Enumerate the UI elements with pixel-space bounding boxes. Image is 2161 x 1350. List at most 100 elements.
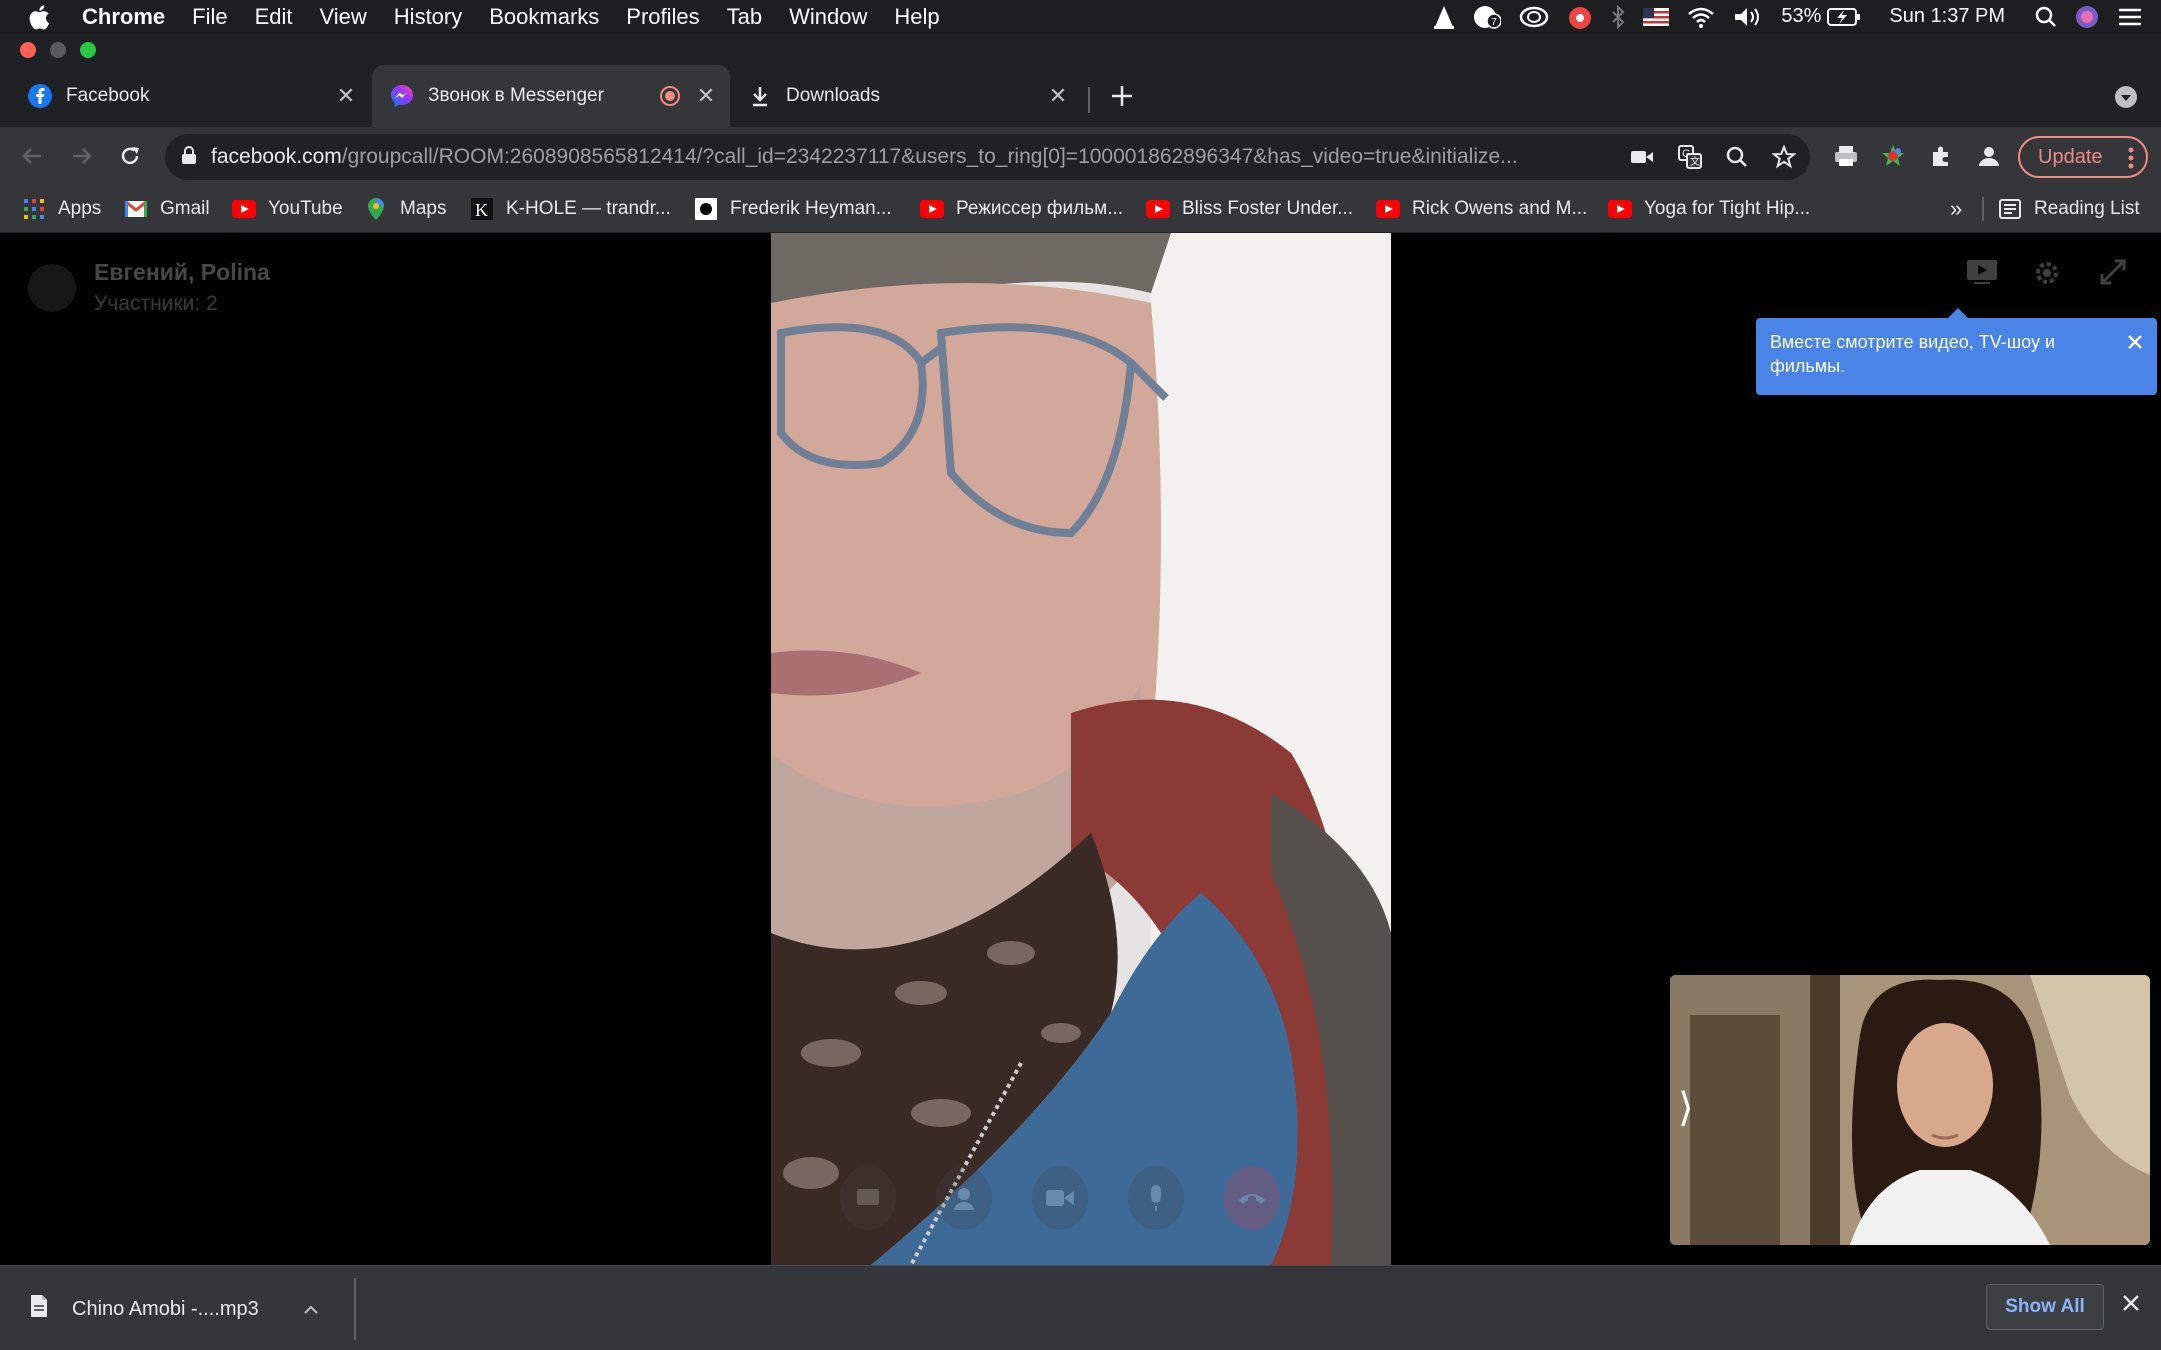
toggle-camera-button[interactable]	[1032, 1166, 1088, 1230]
toggle-mic-button[interactable]	[1128, 1166, 1184, 1230]
show-all-button[interactable]: Show All	[1986, 1284, 2104, 1330]
expand-chevron-icon[interactable]: ⟩	[1678, 1085, 1694, 1131]
share-screen-button[interactable]	[840, 1166, 896, 1230]
tab-downloads[interactable]: Downloads ✕	[732, 65, 1082, 127]
url-text[interactable]: facebook.com/groupcall/ROOM:260890856581…	[211, 145, 1651, 169]
bookmark-label: Maps	[400, 198, 447, 219]
remote-participant-video[interactable]	[771, 233, 1391, 1265]
menu-app-name[interactable]: Chrome	[82, 4, 165, 30]
tab-close-icon[interactable]: ✕	[694, 83, 718, 108]
menu-view[interactable]: View	[320, 4, 367, 30]
camera-in-use-icon[interactable]	[1630, 148, 1654, 166]
update-button[interactable]: Update	[2018, 136, 2148, 178]
close-shelf-icon[interactable]	[2122, 1294, 2140, 1317]
menu-clock[interactable]: Sun 1:37 PM	[1889, 5, 2005, 28]
tab-search-dropdown-icon[interactable]	[2114, 85, 2138, 109]
youtube-icon	[1608, 197, 1632, 221]
tooltip-close-icon[interactable]	[2127, 332, 2143, 356]
window-minimize-button[interactable]	[50, 42, 66, 58]
self-view-frame	[1670, 975, 2150, 1245]
tab-messenger-call[interactable]: Звонок в Messenger ✕	[372, 65, 730, 127]
call-header: Евгений, Polina Участники: 2	[28, 259, 270, 316]
fullscreen-expand-icon[interactable]	[2100, 259, 2126, 290]
lock-icon[interactable]	[181, 145, 197, 170]
record-app-icon[interactable]	[1567, 4, 1593, 30]
messenger-call-page: Евгений, Polina Участники: 2 Вместе смот…	[0, 233, 2161, 1265]
translate-icon[interactable]: G文	[1678, 145, 1702, 169]
menu-window[interactable]: Window	[789, 4, 867, 30]
menu-file[interactable]: File	[192, 4, 227, 30]
tab-title: Facebook	[66, 85, 150, 106]
end-call-button[interactable]	[1224, 1166, 1280, 1230]
menu-help[interactable]: Help	[894, 4, 939, 30]
bookmark-bliss-foster[interactable]: Bliss Foster Under...	[1146, 185, 1353, 233]
spotlight-search-icon[interactable]	[2035, 6, 2057, 28]
bookmark-k-hole[interactable]: K K-HOLE — trandr...	[470, 185, 671, 233]
window-zoom-button[interactable]	[80, 42, 96, 58]
bookmark-label: Режиссер фильм...	[956, 198, 1124, 219]
menu-tab[interactable]: Tab	[727, 4, 762, 30]
window-title-bar	[0, 33, 2161, 65]
new-tab-plus-icon[interactable]	[1108, 82, 1136, 110]
bookmark-frederik-heyman[interactable]: Frederik Heyman...	[694, 185, 892, 233]
window-close-button[interactable]	[20, 42, 36, 58]
tooltip-text: Вместе смотрите видео, TV-шоу и фильмы.	[1770, 332, 2056, 376]
bookmark-rick-owens[interactable]: Rick Owens and M...	[1376, 185, 1587, 233]
bookmark-yoga[interactable]: Yoga for Tight Hip...	[1608, 185, 1810, 233]
screen-share-icon	[857, 1189, 879, 1205]
bookmark-apps[interactable]: Apps	[22, 185, 101, 233]
back-arrow-icon[interactable]	[16, 140, 48, 172]
facebook-icon	[28, 84, 52, 108]
download-item[interactable]: Chino Amobi -....mp3	[30, 1286, 319, 1332]
extensions-puzzle-icon[interactable]	[1925, 140, 1957, 172]
bookmark-rezhisser[interactable]: Режиссер фильм...	[920, 185, 1123, 233]
menu-history[interactable]: History	[394, 4, 462, 30]
tab-close-icon[interactable]: ✕	[334, 83, 358, 108]
volume-icon[interactable]	[1733, 6, 1763, 28]
bookmark-star-icon[interactable]	[1772, 145, 1796, 169]
chevron-up-icon[interactable]	[303, 1298, 319, 1321]
reading-list-button[interactable]: Reading List	[1998, 185, 2140, 233]
tab-close-icon[interactable]: ✕	[1046, 83, 1070, 108]
forward-arrow-icon[interactable]	[66, 140, 98, 172]
watch-together-tooltip: Вместе смотрите видео, TV-шоу и фильмы.	[1756, 308, 2157, 395]
notification-badge-icon[interactable]: 7	[1473, 4, 1502, 30]
add-participant-button[interactable]	[936, 1166, 992, 1230]
zoom-magnifier-icon[interactable]	[1726, 146, 1748, 168]
watch-together-icon[interactable]	[1966, 259, 1998, 290]
bluetooth-icon[interactable]	[1611, 4, 1625, 29]
youtube-icon	[232, 197, 256, 221]
control-center-icon[interactable]	[2117, 7, 2143, 27]
reading-list-icon	[1998, 197, 2022, 221]
menu-profiles[interactable]: Profiles	[626, 4, 699, 30]
url-host: facebook.com	[211, 145, 342, 168]
address-bar[interactable]: facebook.com/groupcall/ROOM:260890856581…	[165, 134, 1810, 180]
reload-icon[interactable]	[114, 140, 146, 172]
vlc-cone-icon[interactable]	[1433, 5, 1455, 29]
update-label: Update	[2038, 145, 2103, 168]
bookmark-gmail[interactable]: Gmail	[124, 185, 210, 233]
tab-facebook[interactable]: Facebook ✕	[0, 65, 370, 127]
browser-toolbar: facebook.com/groupcall/ROOM:260890856581…	[0, 127, 2161, 185]
bookmarks-overflow-chevron[interactable]: »	[1950, 185, 1962, 233]
profile-avatar-icon[interactable]	[1973, 140, 2005, 172]
siri-icon[interactable]	[2075, 5, 2099, 29]
microphone-icon	[1151, 1185, 1161, 1211]
dot-icon	[694, 197, 718, 221]
menu-dots-icon[interactable]	[2128, 146, 2134, 176]
input-source-flag-icon[interactable]	[1643, 7, 1670, 26]
menu-bookmarks[interactable]: Bookmarks	[489, 4, 599, 30]
bookmark-youtube[interactable]: YouTube	[232, 185, 343, 233]
video-camera-icon	[1046, 1190, 1074, 1206]
wifi-icon[interactable]	[1687, 6, 1715, 28]
settings-gear-icon[interactable]	[2033, 259, 2061, 292]
bookmark-maps[interactable]: Maps	[364, 185, 446, 233]
extension-colorful-icon[interactable]	[1877, 140, 1909, 172]
battery-charging-icon[interactable]	[1827, 7, 1861, 27]
apple-icon[interactable]	[28, 4, 58, 30]
extension-printer-icon[interactable]	[1830, 140, 1862, 172]
menu-edit[interactable]: Edit	[255, 4, 293, 30]
group-avatar	[28, 263, 76, 312]
creative-cloud-icon[interactable]	[1519, 6, 1549, 28]
self-view-video[interactable]: ⟩	[1670, 975, 2150, 1245]
